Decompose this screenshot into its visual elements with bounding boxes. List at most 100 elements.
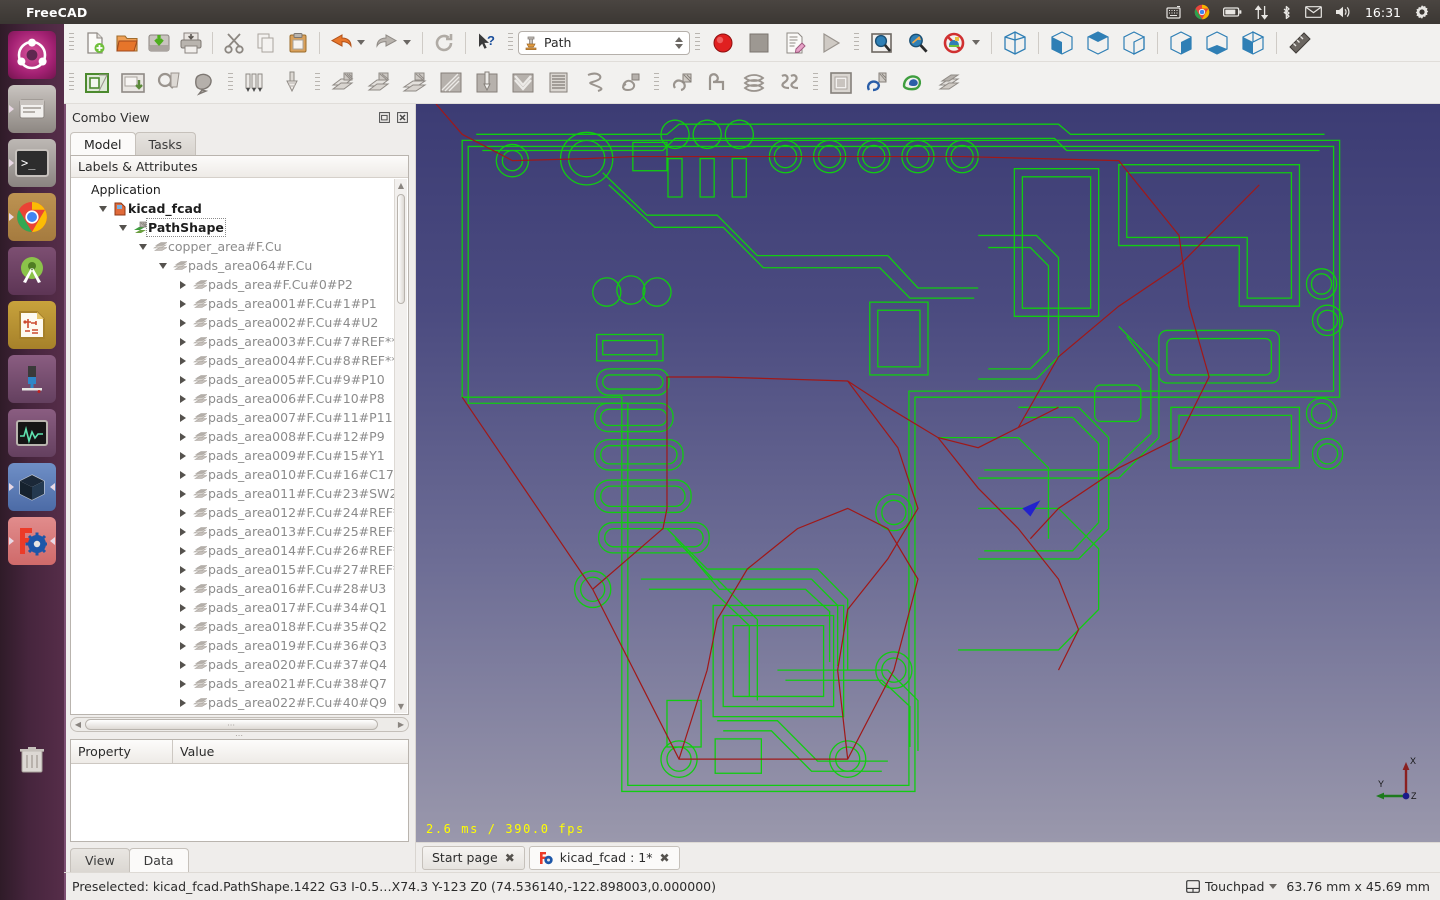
copy-operation-icon[interactable] xyxy=(823,66,859,100)
expand-twisty-right-icon[interactable] xyxy=(175,699,191,707)
expand-twisty-right-icon[interactable] xyxy=(175,528,191,536)
tree-item[interactable]: kicad_fcad xyxy=(71,199,408,218)
launcher-item-kicad[interactable] xyxy=(8,301,56,349)
toolbar-grip[interactable] xyxy=(652,73,661,93)
network-icon[interactable] xyxy=(1255,5,1268,20)
scrollbar-thumb[interactable] xyxy=(397,194,405,304)
launcher-item-freecad[interactable] xyxy=(8,517,56,565)
adaptive-icon[interactable] xyxy=(613,66,649,100)
doc-tab-start-page[interactable]: Start page ✖ xyxy=(422,846,525,870)
tree-item[interactable]: pads_area014#F.Cu#26#REF* xyxy=(71,541,408,560)
new-document-icon[interactable] xyxy=(79,28,111,58)
redo-dropdown-icon[interactable] xyxy=(403,40,411,45)
tree-item[interactable]: pads_area007#F.Cu#11#P11 xyxy=(71,408,408,427)
toolbar-grip[interactable] xyxy=(506,33,515,53)
drilling-icon[interactable] xyxy=(469,66,505,100)
close-icon[interactable]: ✖ xyxy=(659,851,669,865)
tree-item[interactable]: pads_area013#F.Cu#25#REF* xyxy=(71,522,408,541)
launcher-item-trash[interactable] xyxy=(8,735,56,783)
3d-viewport[interactable]: 2.6 ms / 390.0 fps X Y Z xyxy=(416,104,1440,842)
expand-twisty-right-icon[interactable] xyxy=(175,585,191,593)
cut-icon[interactable] xyxy=(218,28,250,58)
refresh-icon[interactable] xyxy=(428,28,460,58)
tree-item[interactable]: pads_area009#F.Cu#15#Y1 xyxy=(71,446,408,465)
scrollbar-thumb[interactable]: ⋯ xyxy=(85,719,378,730)
undock-icon[interactable] xyxy=(377,110,391,124)
engrave-icon[interactable] xyxy=(505,66,541,100)
scroll-left-icon[interactable]: ◀ xyxy=(71,720,85,729)
tree-item[interactable]: Application xyxy=(71,180,408,199)
tab-view[interactable]: View xyxy=(70,848,130,872)
tree-horizontal-scrollbar[interactable]: ◀ ⋯ ▶ xyxy=(70,717,409,732)
close-icon[interactable]: ✖ xyxy=(505,851,515,865)
path-compound-icon[interactable] xyxy=(931,66,967,100)
expand-twisty-right-icon[interactable] xyxy=(175,300,191,308)
workbench-spinner[interactable] xyxy=(675,37,685,49)
expand-twisty-right-icon[interactable] xyxy=(175,452,191,460)
tool-bit-icon[interactable] xyxy=(274,66,310,100)
launcher-item-ubuntu-dash[interactable] xyxy=(8,31,56,79)
bluetooth-icon[interactable] xyxy=(1281,5,1292,20)
open-document-icon[interactable] xyxy=(111,28,143,58)
tree-item[interactable]: pads_area016#F.Cu#28#U3 xyxy=(71,579,408,598)
simple-copy-icon[interactable] xyxy=(859,66,895,100)
profile-icon[interactable] xyxy=(325,66,361,100)
path-dressup-icon[interactable] xyxy=(895,66,931,100)
toolbar-grip[interactable] xyxy=(313,73,322,93)
tool-library-icon[interactable] xyxy=(238,66,274,100)
tree-item[interactable]: pads_area#F.Cu#0#P2 xyxy=(71,275,408,294)
workbench-selector[interactable]: Path xyxy=(518,31,690,55)
tree-item[interactable]: pads_area017#F.Cu#34#Q1 xyxy=(71,598,408,617)
zoom-box-icon[interactable] xyxy=(900,26,936,60)
expand-twisty-right-icon[interactable] xyxy=(175,661,191,669)
waterline-icon[interactable] xyxy=(736,66,772,100)
tree-item[interactable]: pads_area022#F.Cu#40#Q9 xyxy=(71,693,408,712)
toolbar-grip[interactable] xyxy=(693,33,702,53)
launcher-item-terminal[interactable]: >_ xyxy=(8,139,56,187)
undo-dropdown-icon[interactable] xyxy=(357,40,365,45)
expand-twisty-right-icon[interactable] xyxy=(175,604,191,612)
draw-style-icon[interactable] xyxy=(936,26,972,60)
tree-item[interactable]: copper_area#F.Cu xyxy=(71,237,408,256)
bottom-view-icon[interactable] xyxy=(1199,26,1235,60)
expand-twisty-down-icon[interactable] xyxy=(115,225,131,231)
path-sanity-icon[interactable] xyxy=(187,66,223,100)
close-icon[interactable] xyxy=(395,110,409,124)
expand-twisty-right-icon[interactable] xyxy=(175,395,191,403)
toolbar-grip[interactable] xyxy=(811,73,820,93)
rear-view-icon[interactable] xyxy=(1163,26,1199,60)
fit-all-icon[interactable] xyxy=(864,26,900,60)
clock[interactable]: 16:31 xyxy=(1365,5,1401,20)
launcher-item-files[interactable] xyxy=(8,85,56,133)
tab-model[interactable]: Model xyxy=(70,132,136,155)
expand-twisty-right-icon[interactable] xyxy=(175,509,191,517)
panel-splitter[interactable]: ⋯ xyxy=(64,732,415,739)
face-icon[interactable] xyxy=(397,66,433,100)
path-post-process-icon[interactable] xyxy=(115,66,151,100)
deburr-icon[interactable] xyxy=(541,66,577,100)
doc-tab-kicad-fcad[interactable]: kicad_fcad : 1* ✖ xyxy=(529,846,680,870)
macro-stop-icon[interactable] xyxy=(741,26,777,60)
expand-twisty-right-icon[interactable] xyxy=(175,490,191,498)
expand-twisty-right-icon[interactable] xyxy=(175,642,191,650)
tree-item[interactable]: pads_area001#F.Cu#1#P1 xyxy=(71,294,408,313)
launcher-item-chrome[interactable] xyxy=(8,193,56,241)
expand-twisty-right-icon[interactable] xyxy=(175,376,191,384)
macro-edit-icon[interactable] xyxy=(777,26,813,60)
tab-data[interactable]: Data xyxy=(129,848,189,872)
pocket-shape-icon[interactable] xyxy=(361,66,397,100)
expand-twisty-down-icon[interactable] xyxy=(155,263,171,269)
volume-icon[interactable] xyxy=(1335,5,1352,19)
scroll-down-icon[interactable]: ▼ xyxy=(395,700,407,713)
undo-icon[interactable] xyxy=(325,28,357,58)
redo-icon[interactable] xyxy=(371,28,403,58)
expand-twisty-right-icon[interactable] xyxy=(175,319,191,327)
model-tree[interactable]: ▲ ▼ Applicationkicad_fcadPathShapecopper… xyxy=(71,178,408,714)
tree-item[interactable]: pads_area064#F.Cu xyxy=(71,256,408,275)
tree-vertical-scrollbar[interactable]: ▲ ▼ xyxy=(394,179,407,713)
expand-twisty-right-icon[interactable] xyxy=(175,566,191,574)
front-view-icon[interactable] xyxy=(1044,26,1080,60)
tree-item[interactable]: pads_area006#F.Cu#10#P8 xyxy=(71,389,408,408)
macro-execute-icon[interactable] xyxy=(813,26,849,60)
mail-icon[interactable] xyxy=(1305,6,1322,18)
